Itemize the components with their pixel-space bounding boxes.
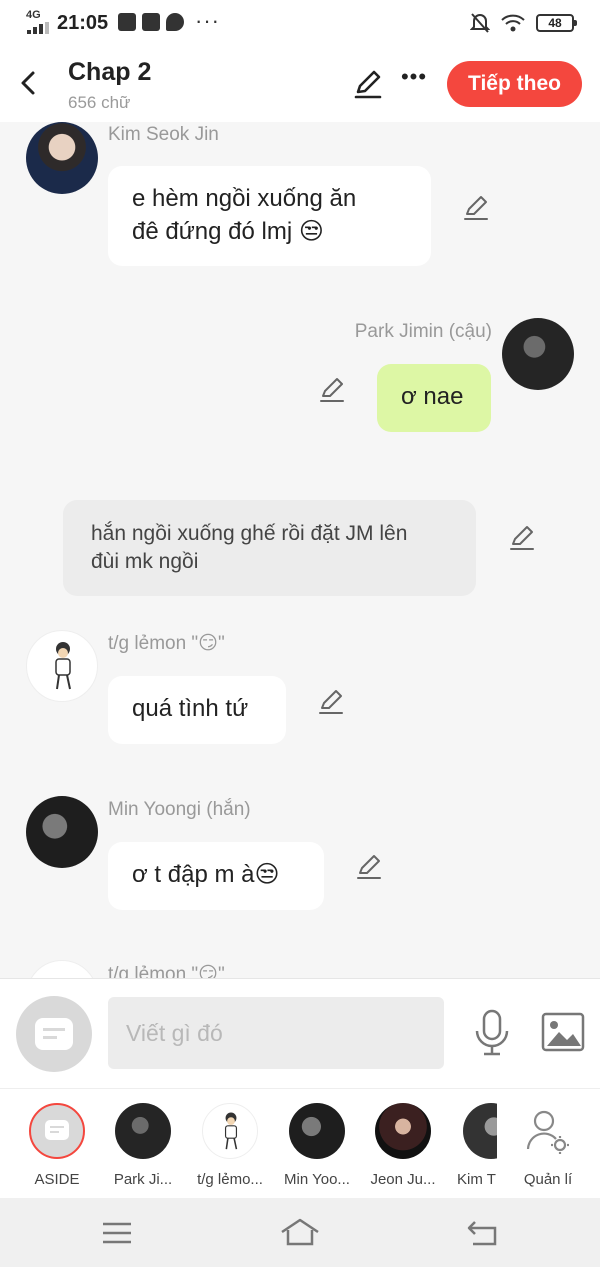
app-header: Chap 2 656 chữ ••• Tiếp theo — [0, 48, 600, 122]
next-chapter-button[interactable]: Tiếp theo — [447, 61, 582, 107]
narration-block[interactable]: hắn ngồi xuống ghế rồi đặt JM lên đùi mk… — [63, 500, 476, 596]
facebook-icon — [142, 13, 160, 31]
chat-area[interactable]: Kim Seok Jin e hèm ngồi xuống ăn đê đứng… — [0, 122, 600, 978]
speaker-name: t/g lẻmon "😏" — [108, 633, 225, 654]
edit-icon[interactable] — [352, 68, 384, 100]
clock: 21:05 — [57, 12, 109, 34]
microphone-icon[interactable] — [472, 1009, 512, 1057]
note-icon — [35, 1018, 73, 1050]
word-count: 656 chữ — [68, 93, 131, 112]
avatar — [375, 1103, 431, 1159]
avatar-min-yoongi[interactable] — [26, 796, 98, 868]
avatar — [115, 1103, 171, 1159]
edit-message-icon[interactable] — [318, 376, 346, 404]
character-label: Park Ji... — [113, 1171, 173, 1188]
note-icon — [45, 1120, 69, 1140]
narration-text: hắn ngồi xuống ghế rồi đặt JM lên — [91, 522, 408, 545]
character-min-yoongi[interactable]: Min Yoo... — [277, 1103, 357, 1188]
message-bubble[interactable]: ơ nae — [377, 364, 491, 432]
character-label: ASIDE — [34, 1171, 80, 1188]
avatar-park-jimin[interactable] — [502, 318, 574, 390]
wifi-icon — [501, 14, 525, 32]
message-text: đê đứng đó lmj 😒 — [132, 218, 324, 245]
composer-bar — [0, 978, 600, 1088]
message-text: ơ nae — [401, 383, 464, 410]
image-icon[interactable] — [541, 1012, 585, 1052]
system-navigation-bar — [0, 1198, 600, 1267]
more-notifications-icon: ··· — [195, 8, 220, 33]
character-label: t/g lẻmo... — [197, 1171, 263, 1188]
speaker-name: Park Jimin (cậu) — [354, 321, 492, 342]
avatar-tg-lemon[interactable] — [26, 960, 98, 978]
edit-message-icon[interactable] — [462, 194, 490, 222]
aside-avatar — [29, 1103, 85, 1159]
messenger-icon — [166, 13, 184, 31]
avatar — [289, 1103, 345, 1159]
more-options-icon[interactable]: ••• — [398, 64, 430, 96]
muted-bell-icon — [470, 13, 490, 33]
message-bubble[interactable]: ơ t đập m à😒 — [108, 842, 324, 910]
message-text: quá tình tứ — [132, 695, 249, 722]
narration-text: đùi mk ngồi — [91, 550, 199, 573]
avatar — [202, 1103, 258, 1159]
aside-toggle-button[interactable] — [16, 996, 92, 1072]
back-nav-icon[interactable] — [463, 1216, 503, 1250]
message-text: e hèm ngồi xuống ăn — [132, 185, 357, 212]
character-tg-lemon[interactable]: t/g lẻmo... — [190, 1103, 270, 1188]
mail-icon — [118, 13, 136, 31]
character-kim-t[interactable]: Kim T — [451, 1103, 497, 1188]
manage-characters[interactable]: Quản lí — [508, 1103, 588, 1188]
home-icon[interactable] — [280, 1216, 320, 1250]
avatar-tg-lemon[interactable] — [26, 630, 98, 702]
menu-icon[interactable] — [97, 1216, 137, 1250]
character-jeon-jungkook[interactable]: Jeon Ju... — [363, 1103, 443, 1188]
character-label: Jeon Ju... — [370, 1171, 436, 1188]
status-bar: 4G 21:05 ··· 48 — [0, 0, 600, 48]
character-park-jimin[interactable]: Park Ji... — [103, 1103, 183, 1188]
edit-message-icon[interactable] — [508, 524, 536, 552]
edit-message-icon[interactable] — [355, 853, 383, 881]
speaker-name: t/g lẻmon "😏" — [108, 964, 225, 978]
message-bubble[interactable]: quá tình tứ — [108, 676, 286, 744]
character-label: Kim T — [457, 1171, 496, 1188]
character-label: Min Yoo... — [284, 1171, 350, 1188]
chapter-title: Chap 2 — [68, 58, 152, 86]
character-aside[interactable]: ASIDE — [17, 1103, 97, 1188]
character-selector: ASIDE Park Ji... t/g lẻmo... Min Yoo... … — [0, 1088, 600, 1198]
avatar — [463, 1103, 497, 1159]
signal-icon — [27, 22, 49, 34]
user-settings-icon — [526, 1110, 569, 1154]
sticker-figure-icon — [55, 642, 71, 690]
speaker-name: Kim Seok Jin — [108, 124, 219, 145]
network-type: 4G — [26, 9, 41, 21]
speaker-name: Min Yoongi (hắn) — [108, 799, 251, 820]
back-icon[interactable] — [14, 68, 44, 98]
edit-message-icon[interactable] — [317, 688, 345, 716]
message-bubble[interactable]: e hèm ngồi xuống ăn đê đứng đó lmj 😒 — [108, 166, 431, 266]
character-label: Quản lí — [523, 1171, 573, 1188]
message-input[interactable] — [108, 997, 444, 1069]
battery-indicator: 48 — [536, 14, 577, 32]
message-text: ơ t đập m à😒 — [132, 861, 280, 888]
sticker-figure-icon — [224, 1112, 238, 1150]
avatar-kim-seok-jin[interactable] — [26, 122, 98, 194]
